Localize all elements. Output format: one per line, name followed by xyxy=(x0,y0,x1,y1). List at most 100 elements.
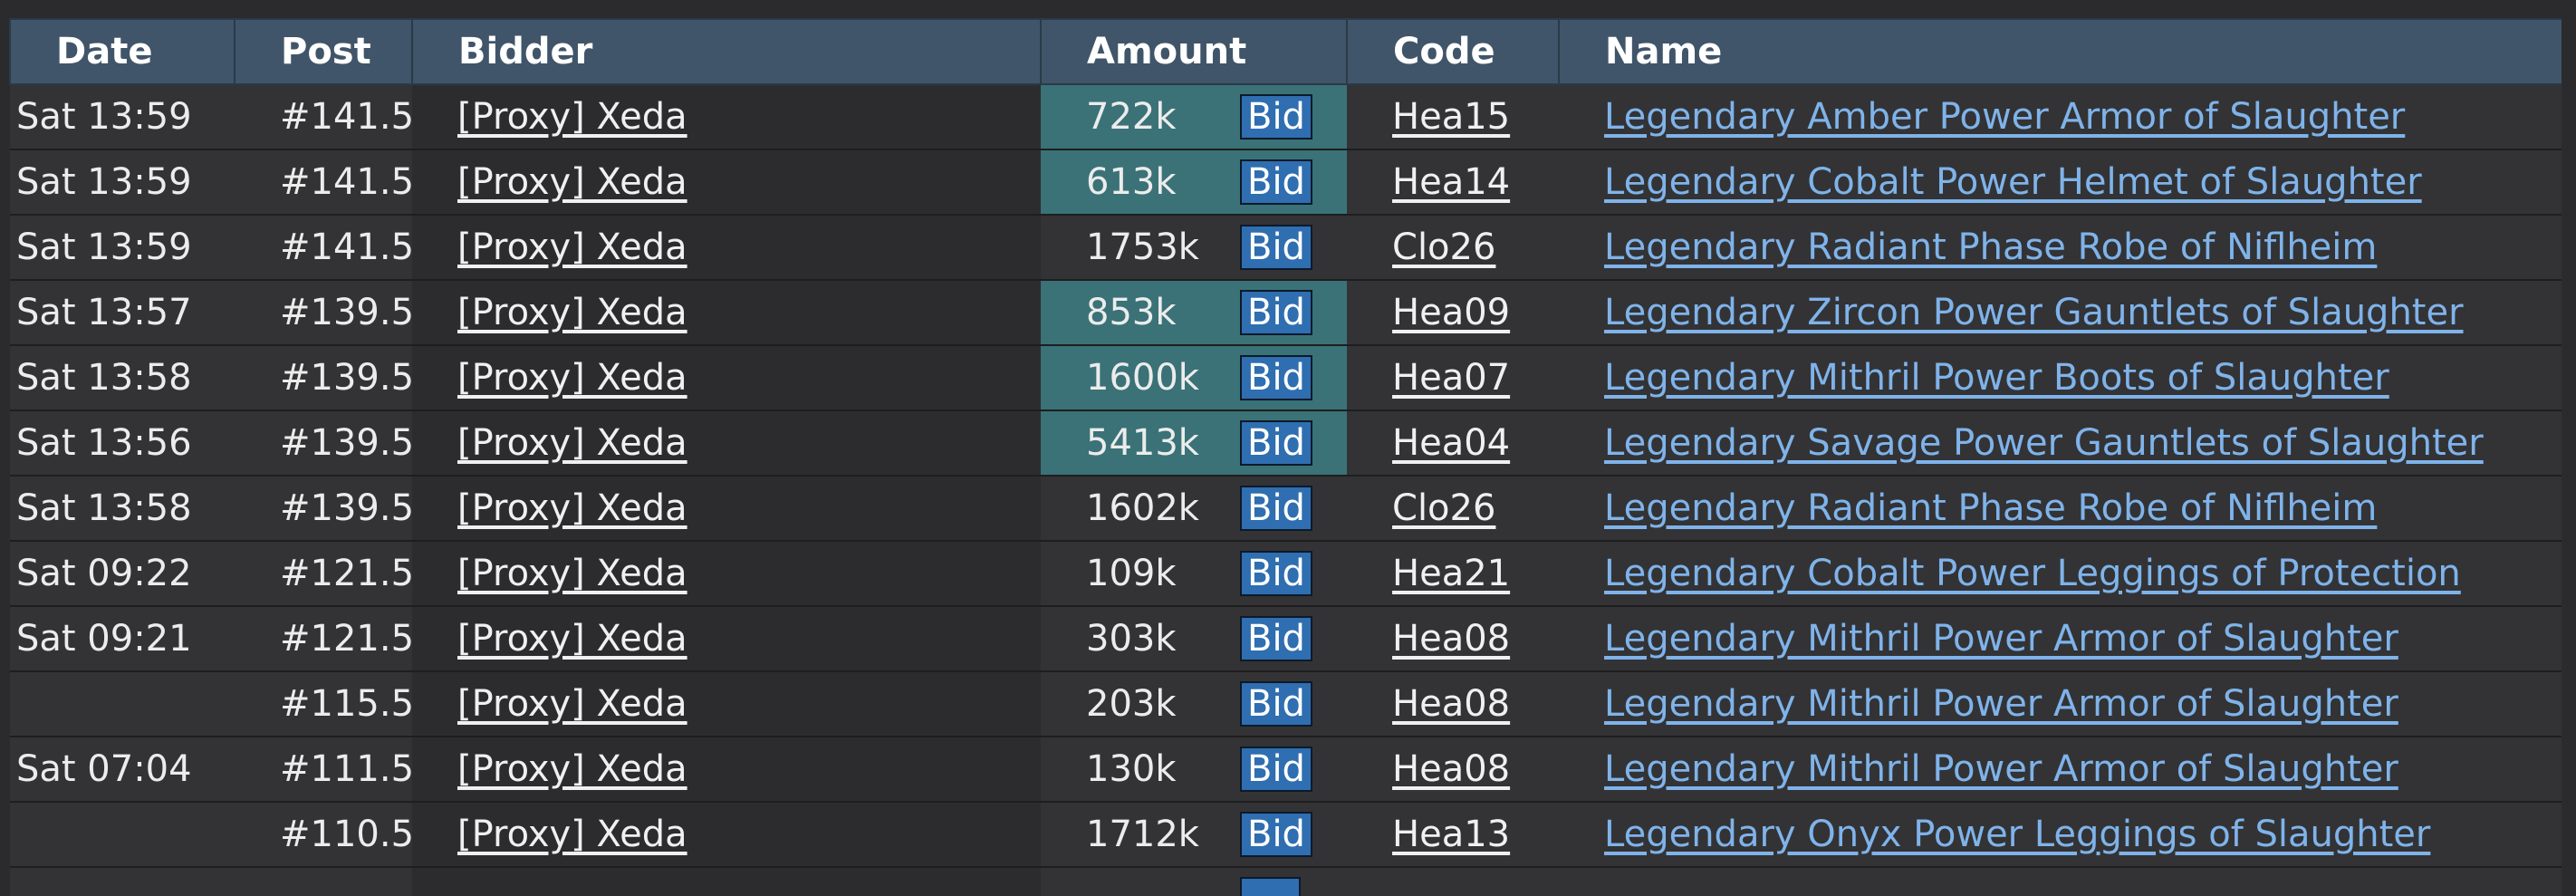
cell-post: #141.5 xyxy=(235,83,412,150)
item-code-link[interactable]: Clo26 xyxy=(1392,226,1495,268)
cell-name: Legendary Mithril Power Armor of Slaught… xyxy=(1559,670,2562,737)
table-row: Sat 13:57 #139.5 [Proxy] Xeda 853k Bid Hea09 L… xyxy=(10,279,2562,346)
bidder-link[interactable]: [Proxy] Xeda xyxy=(457,422,687,464)
table-body: Sat 13:59 #141.5 [Proxy] Xeda 722k Bid Hea15 L… xyxy=(10,83,2562,896)
bid-button[interactable]: Bid xyxy=(1240,486,1312,531)
header-post[interactable]: Post xyxy=(234,18,413,85)
cell-date: Sat 13:56 xyxy=(10,409,235,477)
cell-amount: 722k xyxy=(1041,83,1226,150)
cell-post: #110.5 xyxy=(235,801,412,868)
cell-name: Legendary Cobalt Power Helmet of Slaught… xyxy=(1559,149,2562,216)
bid-button[interactable] xyxy=(1240,877,1301,896)
cell-bid: Bid xyxy=(1226,736,1348,803)
cell-code: Clo26 xyxy=(1347,214,1560,281)
bidder-link[interactable]: [Proxy] Xeda xyxy=(457,748,687,790)
cell-bid: Bid xyxy=(1226,475,1348,542)
bidder-link[interactable]: [Proxy] Xeda xyxy=(457,96,687,138)
cell-bidder: [Proxy] Xeda xyxy=(412,149,1041,216)
bid-history-container: Date Post Bidder Amount Code Name Sat 13… xyxy=(9,18,2562,896)
cell-bidder: [Proxy] Xeda xyxy=(412,83,1041,150)
header-bidder[interactable]: Bidder xyxy=(411,18,1042,85)
item-code-link[interactable]: Hea15 xyxy=(1392,96,1510,138)
bid-button[interactable]: Bid xyxy=(1240,747,1312,792)
table-row: Sat 13:59 #141.5 [Proxy] Xeda 1753k Bid Clo26… xyxy=(10,214,2562,281)
cell-name: Legendary Mithril Power Armor of Slaught… xyxy=(1559,736,2562,803)
cell-date xyxy=(10,801,235,868)
item-code-link[interactable]: Hea13 xyxy=(1392,814,1510,855)
bid-button[interactable]: Bid xyxy=(1240,681,1312,727)
cell-bid: Bid xyxy=(1226,279,1348,346)
table-row: Sat 09:21 #121.5 [Proxy] Xeda 303k Bid Hea08 L… xyxy=(10,605,2562,672)
item-name-link[interactable]: Legendary Savage Power Gauntlets of Slau… xyxy=(1604,422,2484,464)
header-code[interactable]: Code xyxy=(1346,18,1561,85)
cell-date: Sat 13:59 xyxy=(10,149,235,216)
cell-bid xyxy=(1226,866,1348,896)
item-code-link[interactable]: Hea08 xyxy=(1392,748,1510,790)
cell-code: Hea08 xyxy=(1347,670,1560,737)
item-name-link[interactable]: Legendary Cobalt Power Leggings of Prote… xyxy=(1604,553,2461,594)
item-code-link[interactable]: Hea08 xyxy=(1392,618,1510,660)
item-name-link[interactable]: Legendary Radiant Phase Robe of Niflheim xyxy=(1604,226,2377,268)
cell-bid: Bid xyxy=(1226,149,1348,216)
cell-date: Sat 13:59 xyxy=(10,214,235,281)
header-date[interactable]: Date xyxy=(9,18,235,85)
cell-date: Sat 13:58 xyxy=(10,475,235,542)
item-name-link[interactable]: Legendary Onyx Power Leggings of Slaught… xyxy=(1604,814,2430,855)
cell-post: #139.5 xyxy=(235,475,412,542)
bidder-link[interactable]: [Proxy] Xeda xyxy=(457,357,687,399)
cell-bid: Bid xyxy=(1226,344,1348,411)
table-row: Sat 13:58 #139.5 [Proxy] Xeda 1602k Bid Clo26… xyxy=(10,475,2562,542)
bidder-link[interactable]: [Proxy] Xeda xyxy=(457,487,687,529)
bidder-link[interactable]: [Proxy] Xeda xyxy=(457,161,687,203)
bid-button[interactable]: Bid xyxy=(1240,225,1312,270)
item-name-link[interactable]: Legendary Mithril Power Armor of Slaught… xyxy=(1604,618,2398,660)
bidder-link[interactable]: [Proxy] Xeda xyxy=(457,226,687,268)
table-row: Sat 13:59 #141.5 [Proxy] Xeda 722k Bid Hea15 L… xyxy=(10,83,2562,150)
item-name-link[interactable]: Legendary Cobalt Power Helmet of Slaught… xyxy=(1604,161,2422,203)
bidder-link[interactable]: [Proxy] Xeda xyxy=(457,292,687,333)
bidder-link[interactable]: [Proxy] Xeda xyxy=(457,553,687,594)
item-name-link[interactable]: Legendary Zircon Power Gauntlets of Slau… xyxy=(1604,292,2464,333)
bidder-link[interactable]: [Proxy] Xeda xyxy=(457,618,687,660)
item-code-link[interactable]: Hea21 xyxy=(1392,553,1510,594)
cell-amount: 853k xyxy=(1041,279,1226,346)
bid-button[interactable]: Bid xyxy=(1240,812,1312,857)
cell-date: Sat 09:22 xyxy=(10,540,235,607)
bid-button[interactable]: Bid xyxy=(1240,355,1312,400)
bid-button[interactable]: Bid xyxy=(1240,159,1312,205)
cell-post: #139.5 xyxy=(235,279,412,346)
cell-post: #141.5 xyxy=(235,149,412,216)
item-name-link[interactable]: Legendary Amber Power Armor of Slaughter xyxy=(1604,96,2405,138)
bid-button[interactable]: Bid xyxy=(1240,616,1312,661)
bid-button[interactable]: Bid xyxy=(1240,420,1312,466)
bid-button[interactable]: Bid xyxy=(1240,290,1312,335)
item-name-link[interactable]: Legendary Radiant Phase Robe of Niflheim xyxy=(1604,487,2377,529)
table-row: Sat 13:56 #139.5 [Proxy] Xeda 5413k Bid Hea04… xyxy=(10,409,2562,477)
cell-bid: Bid xyxy=(1226,801,1348,868)
bidder-link[interactable]: [Proxy] Xeda xyxy=(457,814,687,855)
cell-bidder: [Proxy] Xeda xyxy=(412,214,1041,281)
cell-date: Sat 13:57 xyxy=(10,279,235,346)
item-name-link[interactable]: Legendary Mithril Power Armor of Slaught… xyxy=(1604,748,2398,790)
item-code-link[interactable]: Hea09 xyxy=(1392,292,1510,333)
cell-post: #115.5 xyxy=(235,670,412,737)
item-code-link[interactable]: Hea14 xyxy=(1392,161,1510,203)
item-name-link[interactable]: Legendary Mithril Power Boots of Slaught… xyxy=(1604,357,2389,399)
cell-bidder: [Proxy] Xeda xyxy=(412,736,1041,803)
table-row: Sat 13:58 #139.5 [Proxy] Xeda 1600k Bid Hea07… xyxy=(10,344,2562,411)
cell-date xyxy=(10,866,235,896)
bid-button[interactable]: Bid xyxy=(1240,551,1312,596)
header-name[interactable]: Name xyxy=(1558,18,2562,85)
cell-bidder: [Proxy] Xeda xyxy=(412,409,1041,477)
header-amount[interactable]: Amount xyxy=(1039,18,1349,85)
item-code-link[interactable]: Hea07 xyxy=(1392,357,1510,399)
bid-button[interactable]: Bid xyxy=(1240,94,1312,140)
item-code-link[interactable]: Clo26 xyxy=(1392,487,1495,529)
item-code-link[interactable]: Hea04 xyxy=(1392,422,1510,464)
item-name-link[interactable]: Legendary Mithril Power Armor of Slaught… xyxy=(1604,683,2398,725)
cell-code: Hea09 xyxy=(1347,279,1560,346)
bidder-link[interactable]: [Proxy] Xeda xyxy=(457,683,687,725)
item-code-link[interactable]: Hea08 xyxy=(1392,683,1510,725)
cell-amount: 1712k xyxy=(1041,801,1226,868)
table-row: #110.5 [Proxy] Xeda 1712k Bid Hea13 Legendary… xyxy=(10,801,2562,868)
